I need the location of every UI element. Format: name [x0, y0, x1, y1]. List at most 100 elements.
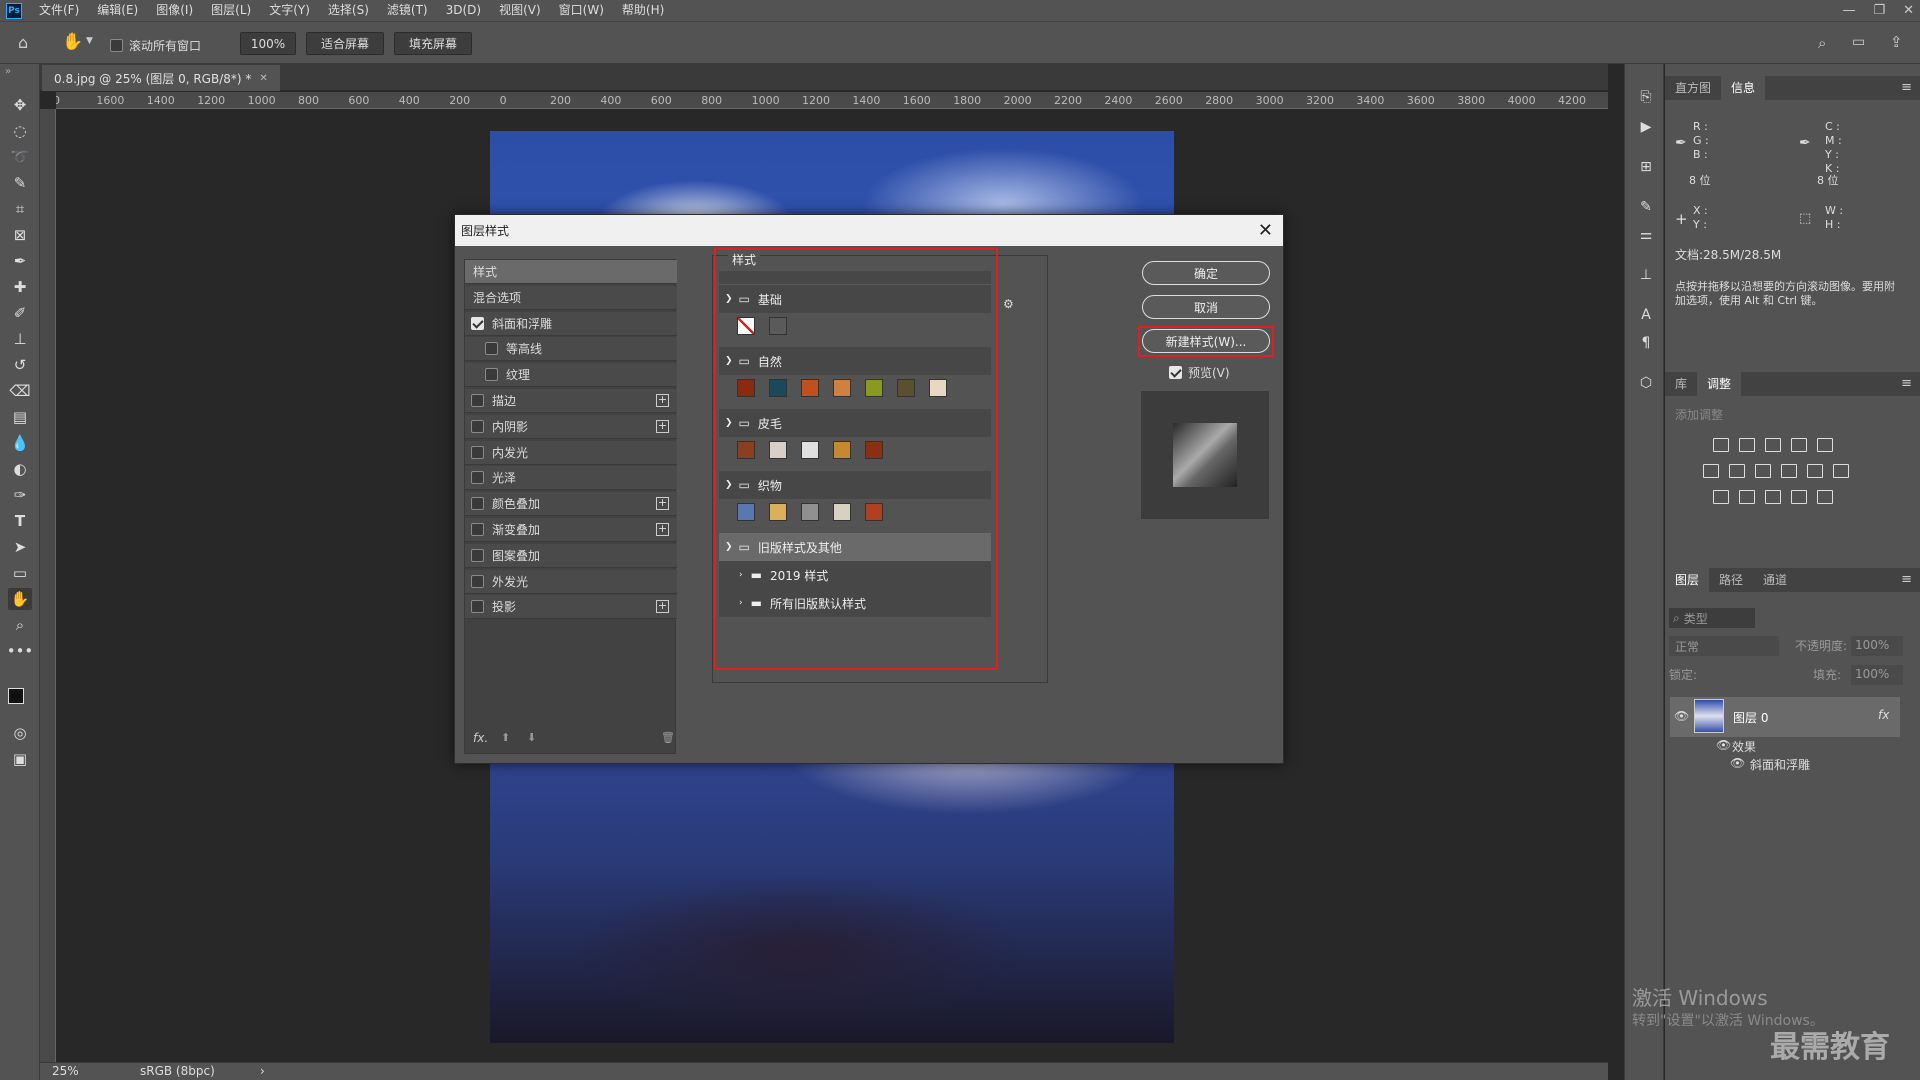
- chevron-down-icon[interactable]: ▼: [86, 36, 93, 46]
- marquee-tool-icon[interactable]: ◌: [8, 120, 32, 142]
- effect-list-item[interactable]: 光泽: [465, 466, 677, 491]
- menu-item[interactable]: 文字(Y): [260, 0, 319, 21]
- effect-list-item[interactable]: 投影 +: [465, 595, 677, 620]
- tab-library[interactable]: 库: [1665, 372, 1697, 396]
- ok-button[interactable]: 确定: [1142, 261, 1270, 285]
- invert-icon[interactable]: [1713, 490, 1729, 504]
- move-up-icon[interactable]: ⬆: [501, 731, 510, 744]
- tab-adjustments[interactable]: 调整: [1697, 372, 1742, 396]
- hand-tool-icon[interactable]: ✋: [8, 588, 32, 610]
- eyedropper-icon[interactable]: ✒: [8, 250, 32, 272]
- effect-list-item[interactable]: 等高线: [465, 337, 677, 362]
- preview-toggle[interactable]: 预览(V): [1169, 364, 1230, 381]
- rectangle-tool-icon[interactable]: ▭: [8, 562, 32, 584]
- gradient-map-icon[interactable]: [1817, 490, 1833, 504]
- move-down-icon[interactable]: ⬇: [527, 731, 536, 744]
- fill-screen-button[interactable]: 填充屏幕: [394, 32, 472, 55]
- home-icon[interactable]: ⌂: [18, 33, 28, 52]
- pen-tool-icon[interactable]: ✑: [8, 484, 32, 506]
- brightness-icon[interactable]: [1713, 438, 1729, 452]
- effect-list-item[interactable]: 颜色叠加 +: [465, 492, 677, 517]
- curves-icon[interactable]: [1765, 438, 1781, 452]
- scroll-all-checkbox[interactable]: [110, 39, 123, 52]
- blur-tool-icon[interactable]: 💧: [8, 432, 32, 454]
- path-select-icon[interactable]: ➤: [8, 536, 32, 558]
- type-tool-icon[interactable]: T: [8, 510, 32, 532]
- menu-item[interactable]: 滤镜(T): [378, 0, 437, 21]
- menu-item[interactable]: 帮助(H): [613, 0, 673, 21]
- stamp-tool-icon[interactable]: ⊥: [8, 328, 32, 350]
- menu-item[interactable]: 选择(S): [319, 0, 378, 21]
- zoom-100-button[interactable]: 100%: [240, 32, 296, 55]
- hand-tool-icon[interactable]: ✋: [62, 32, 83, 52]
- properties-icon[interactable]: ⊞: [1637, 158, 1655, 176]
- panel-menu-icon[interactable]: ≡: [1901, 376, 1912, 391]
- color-balance-icon[interactable]: [1729, 464, 1745, 478]
- close-icon[interactable]: ✕: [1903, 3, 1914, 18]
- menu-item[interactable]: 图层(L): [202, 0, 260, 21]
- dodge-tool-icon[interactable]: ◐: [8, 458, 32, 480]
- effects-eye-icon[interactable]: 👁: [1716, 738, 1731, 752]
- effect-list-item[interactable]: 图案叠加: [465, 543, 677, 568]
- effect-list-item[interactable]: 内阴影 +: [465, 414, 677, 439]
- minimize-icon[interactable]: —: [1842, 3, 1855, 18]
- document-tab[interactable]: 0.8.jpg @ 25% (图层 0, RGB/8*) * ✕: [42, 65, 280, 91]
- paragraph-icon[interactable]: ¶: [1637, 334, 1655, 352]
- crop-tool-icon[interactable]: ⌗: [8, 198, 32, 220]
- 3d-icon[interactable]: ⬡: [1637, 374, 1655, 392]
- panel-menu-icon[interactable]: ≡: [1901, 80, 1912, 95]
- status-zoom[interactable]: 25%: [52, 1064, 79, 1078]
- effect-checkbox[interactable]: [471, 316, 484, 330]
- healing-brush-icon[interactable]: ✚: [8, 276, 32, 298]
- menu-item[interactable]: 文件(F): [30, 0, 88, 21]
- history-icon[interactable]: ⎘: [1637, 88, 1655, 106]
- effect-checkbox[interactable]: [471, 548, 484, 562]
- visibility-eye-icon[interactable]: 👁: [1674, 709, 1689, 723]
- photo-filter-icon[interactable]: [1781, 464, 1797, 478]
- frame-tool-icon[interactable]: ⊠: [8, 224, 32, 246]
- fx-icon[interactable]: fx: [1878, 708, 1889, 722]
- effect-checkbox[interactable]: [471, 497, 484, 511]
- fill-input[interactable]: 100%: [1851, 665, 1903, 685]
- opacity-input[interactable]: 100%: [1851, 636, 1903, 656]
- levels-icon[interactable]: [1739, 438, 1755, 452]
- adjust-sliders-icon[interactable]: ⚌: [1637, 226, 1655, 244]
- add-effect-icon[interactable]: +: [656, 394, 669, 407]
- scroll-all-windows[interactable]: 滚动所有窗口: [110, 37, 201, 54]
- bw-icon[interactable]: [1755, 464, 1771, 478]
- menu-item[interactable]: 图像(I): [147, 0, 202, 21]
- menu-item[interactable]: 编辑(E): [88, 0, 147, 21]
- collapse-icon[interactable]: »: [5, 66, 11, 77]
- move-tool-icon[interactable]: ✥: [8, 94, 32, 116]
- channel-mixer-icon[interactable]: [1807, 464, 1823, 478]
- effect-checkbox[interactable]: [471, 523, 484, 536]
- effect-checkbox[interactable]: [471, 445, 484, 459]
- effect-list-item[interactable]: 斜面和浮雕: [465, 311, 677, 336]
- fx-menu-icon[interactable]: fx.: [473, 731, 488, 745]
- quick-select-icon[interactable]: ✎: [8, 172, 32, 194]
- effect-list-item[interactable]: 混合选项: [465, 285, 677, 310]
- color-lookup-icon[interactable]: [1833, 464, 1849, 478]
- posterize-icon[interactable]: [1739, 490, 1755, 504]
- menu-item[interactable]: 3D(D): [437, 0, 490, 21]
- effect-list-item[interactable]: 样式: [465, 260, 677, 284]
- add-effect-icon[interactable]: +: [656, 600, 669, 614]
- blend-mode-select[interactable]: 正常: [1669, 636, 1779, 656]
- panel-menu-icon[interactable]: ≡: [1901, 572, 1912, 587]
- search-icon[interactable]: ⌕: [1818, 34, 1826, 52]
- fit-screen-button[interactable]: 适合屏幕: [306, 32, 384, 55]
- add-effect-icon[interactable]: +: [656, 497, 669, 511]
- effect-checkbox[interactable]: [485, 342, 498, 356]
- more-tools-icon[interactable]: •••: [7, 640, 34, 662]
- effect-checkbox[interactable]: [471, 471, 484, 485]
- brush-tool-icon[interactable]: ✐: [8, 302, 32, 324]
- restore-icon[interactable]: ❐: [1873, 3, 1885, 18]
- tab-info[interactable]: 信息: [1721, 76, 1766, 100]
- effect-list-item[interactable]: 外发光: [465, 569, 677, 594]
- menu-item[interactable]: 视图(V): [490, 0, 550, 21]
- quick-mask-icon[interactable]: ◎: [8, 722, 32, 744]
- effect-eye-icon[interactable]: 👁: [1730, 756, 1745, 770]
- effect-checkbox[interactable]: [471, 574, 484, 588]
- vibrance-icon[interactable]: [1817, 438, 1833, 452]
- status-arrow-icon[interactable]: ›: [260, 1064, 265, 1078]
